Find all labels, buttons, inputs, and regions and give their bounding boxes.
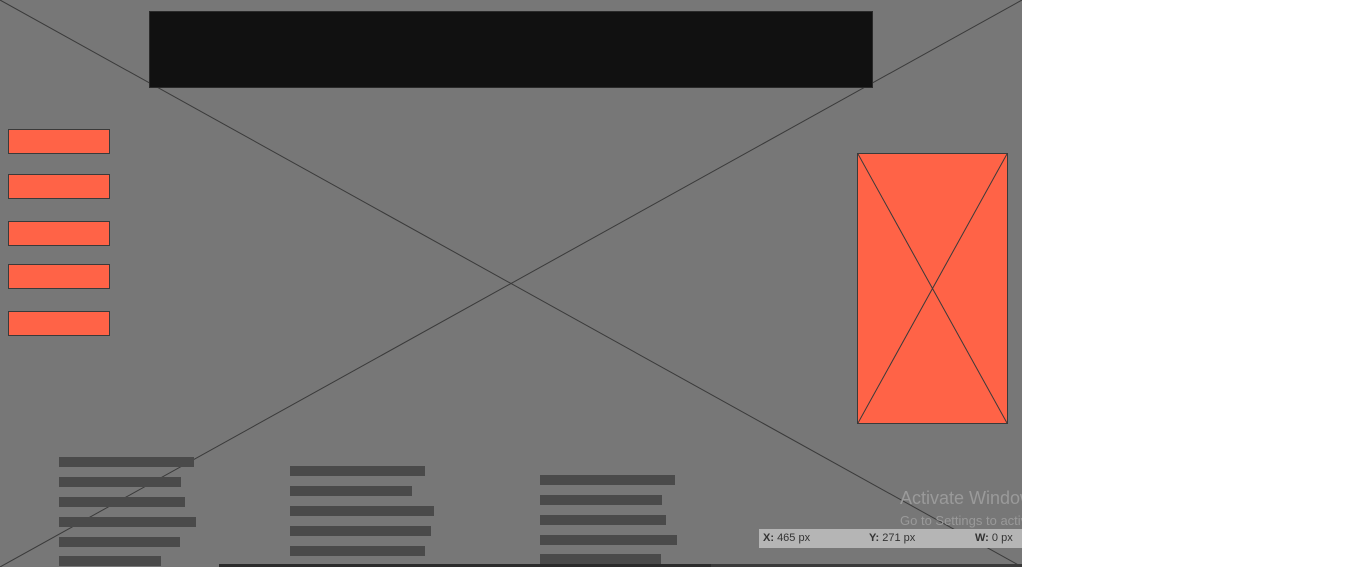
w-label: W: [975,532,989,544]
text-line [540,495,662,505]
w-value: 0 px [991,532,1013,544]
text-line [59,457,194,467]
activation-watermark-title: Activate Windows [900,488,1022,508]
text-line [59,537,180,547]
y-coordinate-readout: Y: 271 px [869,532,915,544]
activation-watermark-subtitle: Go to Settings to activate Windows. [900,513,1022,528]
text-line [290,486,412,496]
width-readout: W: 0 px [975,532,1013,544]
header-placeholder[interactable] [149,11,873,88]
x-value: 465 px [777,532,811,544]
nav-button-5[interactable] [8,311,110,336]
text-line [290,526,431,536]
wireframe-canvas[interactable]: Activate Windows Go to Settings to activ… [0,0,1022,567]
text-line [59,497,185,507]
text-line [290,506,434,516]
x-coordinate-readout: X: 465 px [763,532,810,544]
nav-button-3[interactable] [8,221,110,246]
text-line [540,535,677,545]
text-line [540,515,666,525]
text-line [540,554,661,564]
x-label: X: [763,532,774,544]
nav-button-1[interactable] [8,129,110,154]
text-line [290,546,425,556]
text-line [290,466,425,476]
y-value: 271 px [882,532,916,544]
text-line [540,475,675,485]
y-label: Y: [869,532,880,544]
text-line [59,556,161,566]
text-line [59,477,181,487]
coordinates-status-bar: X: 465 px Y: 271 px W: 0 px [759,529,1022,548]
text-line [59,517,196,527]
image-placeholder-cross [858,154,1007,423]
nav-button-4[interactable] [8,264,110,289]
nav-button-2[interactable] [8,174,110,199]
image-placeholder[interactable] [857,153,1008,424]
